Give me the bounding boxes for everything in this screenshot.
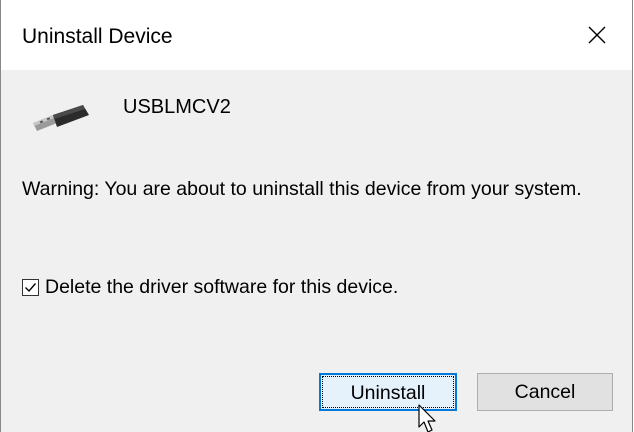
- close-icon: [588, 26, 606, 44]
- title-bar: Uninstall Device: [1, 0, 632, 70]
- delete-driver-option[interactable]: Delete the driver software for this devi…: [22, 275, 398, 299]
- checkmark-icon: [25, 282, 37, 292]
- cancel-button[interactable]: Cancel: [477, 373, 613, 411]
- dialog-title: Uninstall Device: [22, 25, 173, 48]
- close-button[interactable]: [562, 0, 632, 70]
- usb-connector-icon: [33, 105, 89, 131]
- uninstall-button[interactable]: Uninstall: [319, 373, 457, 411]
- delete-driver-checkbox[interactable]: [22, 278, 39, 296]
- warning-text: Warning: You are about to uninstall this…: [22, 178, 582, 200]
- delete-driver-label[interactable]: Delete the driver software for this devi…: [45, 275, 398, 299]
- device-name: USBLMCV2: [123, 96, 231, 118]
- uninstall-device-dialog: Uninstall Device USBLMCV2 Warning: You a…: [0, 0, 633, 432]
- uninstall-button-label: Uninstall: [322, 376, 454, 408]
